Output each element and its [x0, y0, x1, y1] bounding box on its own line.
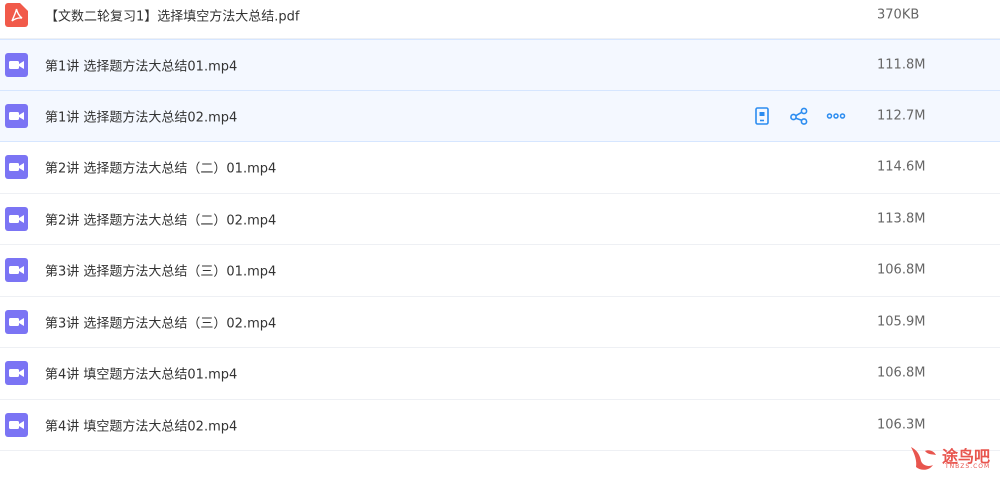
watermark-subtext: TNBZS.COM	[945, 463, 991, 470]
file-name[interactable]: 第2讲 选择题方法大总结（二）02.mp4	[45, 209, 276, 228]
file-name[interactable]: 第4讲 填空题方法大总结01.mp4	[45, 364, 237, 383]
file-name[interactable]: 第4讲 填空题方法大总结02.mp4	[45, 415, 237, 434]
file-size: 106.8M	[877, 365, 926, 381]
file-row[interactable]: 第4讲 填空题方法大总结01.mp4 106.8M	[0, 348, 1000, 400]
video-icon	[5, 52, 28, 77]
file-name[interactable]: 第1讲 选择题方法大总结01.mp4	[45, 55, 237, 74]
file-row[interactable]: 第3讲 选择题方法大总结（三）01.mp4 106.8M	[0, 245, 1000, 297]
file-row[interactable]: 第2讲 选择题方法大总结（二）02.mp4 113.8M	[0, 194, 1000, 245]
file-size: 106.3M	[877, 417, 926, 433]
more-icon[interactable]	[826, 106, 846, 126]
bird-logo-icon	[911, 447, 936, 470]
file-size: 113.8M	[877, 211, 926, 227]
video-icon	[5, 206, 28, 231]
file-size: 114.6M	[877, 159, 926, 175]
file-size: 106.8M	[877, 262, 926, 278]
file-row[interactable]: 第1讲 选择题方法大总结02.mp4 112.7M	[0, 90, 1000, 142]
file-name[interactable]: 第3讲 选择题方法大总结（三）01.mp4	[45, 261, 276, 280]
file-row[interactable]: 第3讲 选择题方法大总结（三）02.mp4 105.9M	[0, 297, 1000, 348]
file-name[interactable]: 第1讲 选择题方法大总结02.mp4	[45, 106, 237, 125]
file-size: 370KB	[877, 7, 920, 23]
file-size: 111.8M	[877, 57, 926, 73]
file-row[interactable]: 第4讲 填空题方法大总结02.mp4 106.3M	[0, 400, 1000, 451]
file-size: 112.7M	[877, 108, 926, 124]
video-icon	[5, 361, 28, 386]
file-list: 【文数二轮复习1】选择填空方法大总结.pdf 370KB 第1讲 选择题方法大总…	[0, 0, 1000, 451]
file-row[interactable]: 第2讲 选择题方法大总结（二）01.mp4 114.6M	[0, 142, 1000, 194]
row-actions	[752, 106, 846, 126]
file-name[interactable]: 第3讲 选择题方法大总结（三）02.mp4	[45, 312, 276, 331]
file-name[interactable]: 【文数二轮复习1】选择填空方法大总结.pdf	[45, 6, 299, 25]
mobile-icon[interactable]	[752, 106, 772, 126]
file-row[interactable]: 第1讲 选择题方法大总结01.mp4 111.8M	[0, 39, 1000, 91]
video-icon	[5, 155, 28, 180]
pdf-icon	[5, 3, 28, 27]
video-icon	[5, 103, 28, 128]
file-row[interactable]: 【文数二轮复习1】选择填空方法大总结.pdf 370KB	[0, 0, 1000, 39]
video-icon	[5, 412, 28, 437]
video-icon	[5, 309, 28, 334]
video-icon	[5, 258, 28, 283]
file-name[interactable]: 第2讲 选择题方法大总结（二）01.mp4	[45, 158, 276, 177]
watermark-logo: 途鸟吧 TNBZS.COM	[907, 441, 997, 475]
share-icon[interactable]	[789, 106, 809, 126]
file-size: 105.9M	[877, 314, 926, 330]
